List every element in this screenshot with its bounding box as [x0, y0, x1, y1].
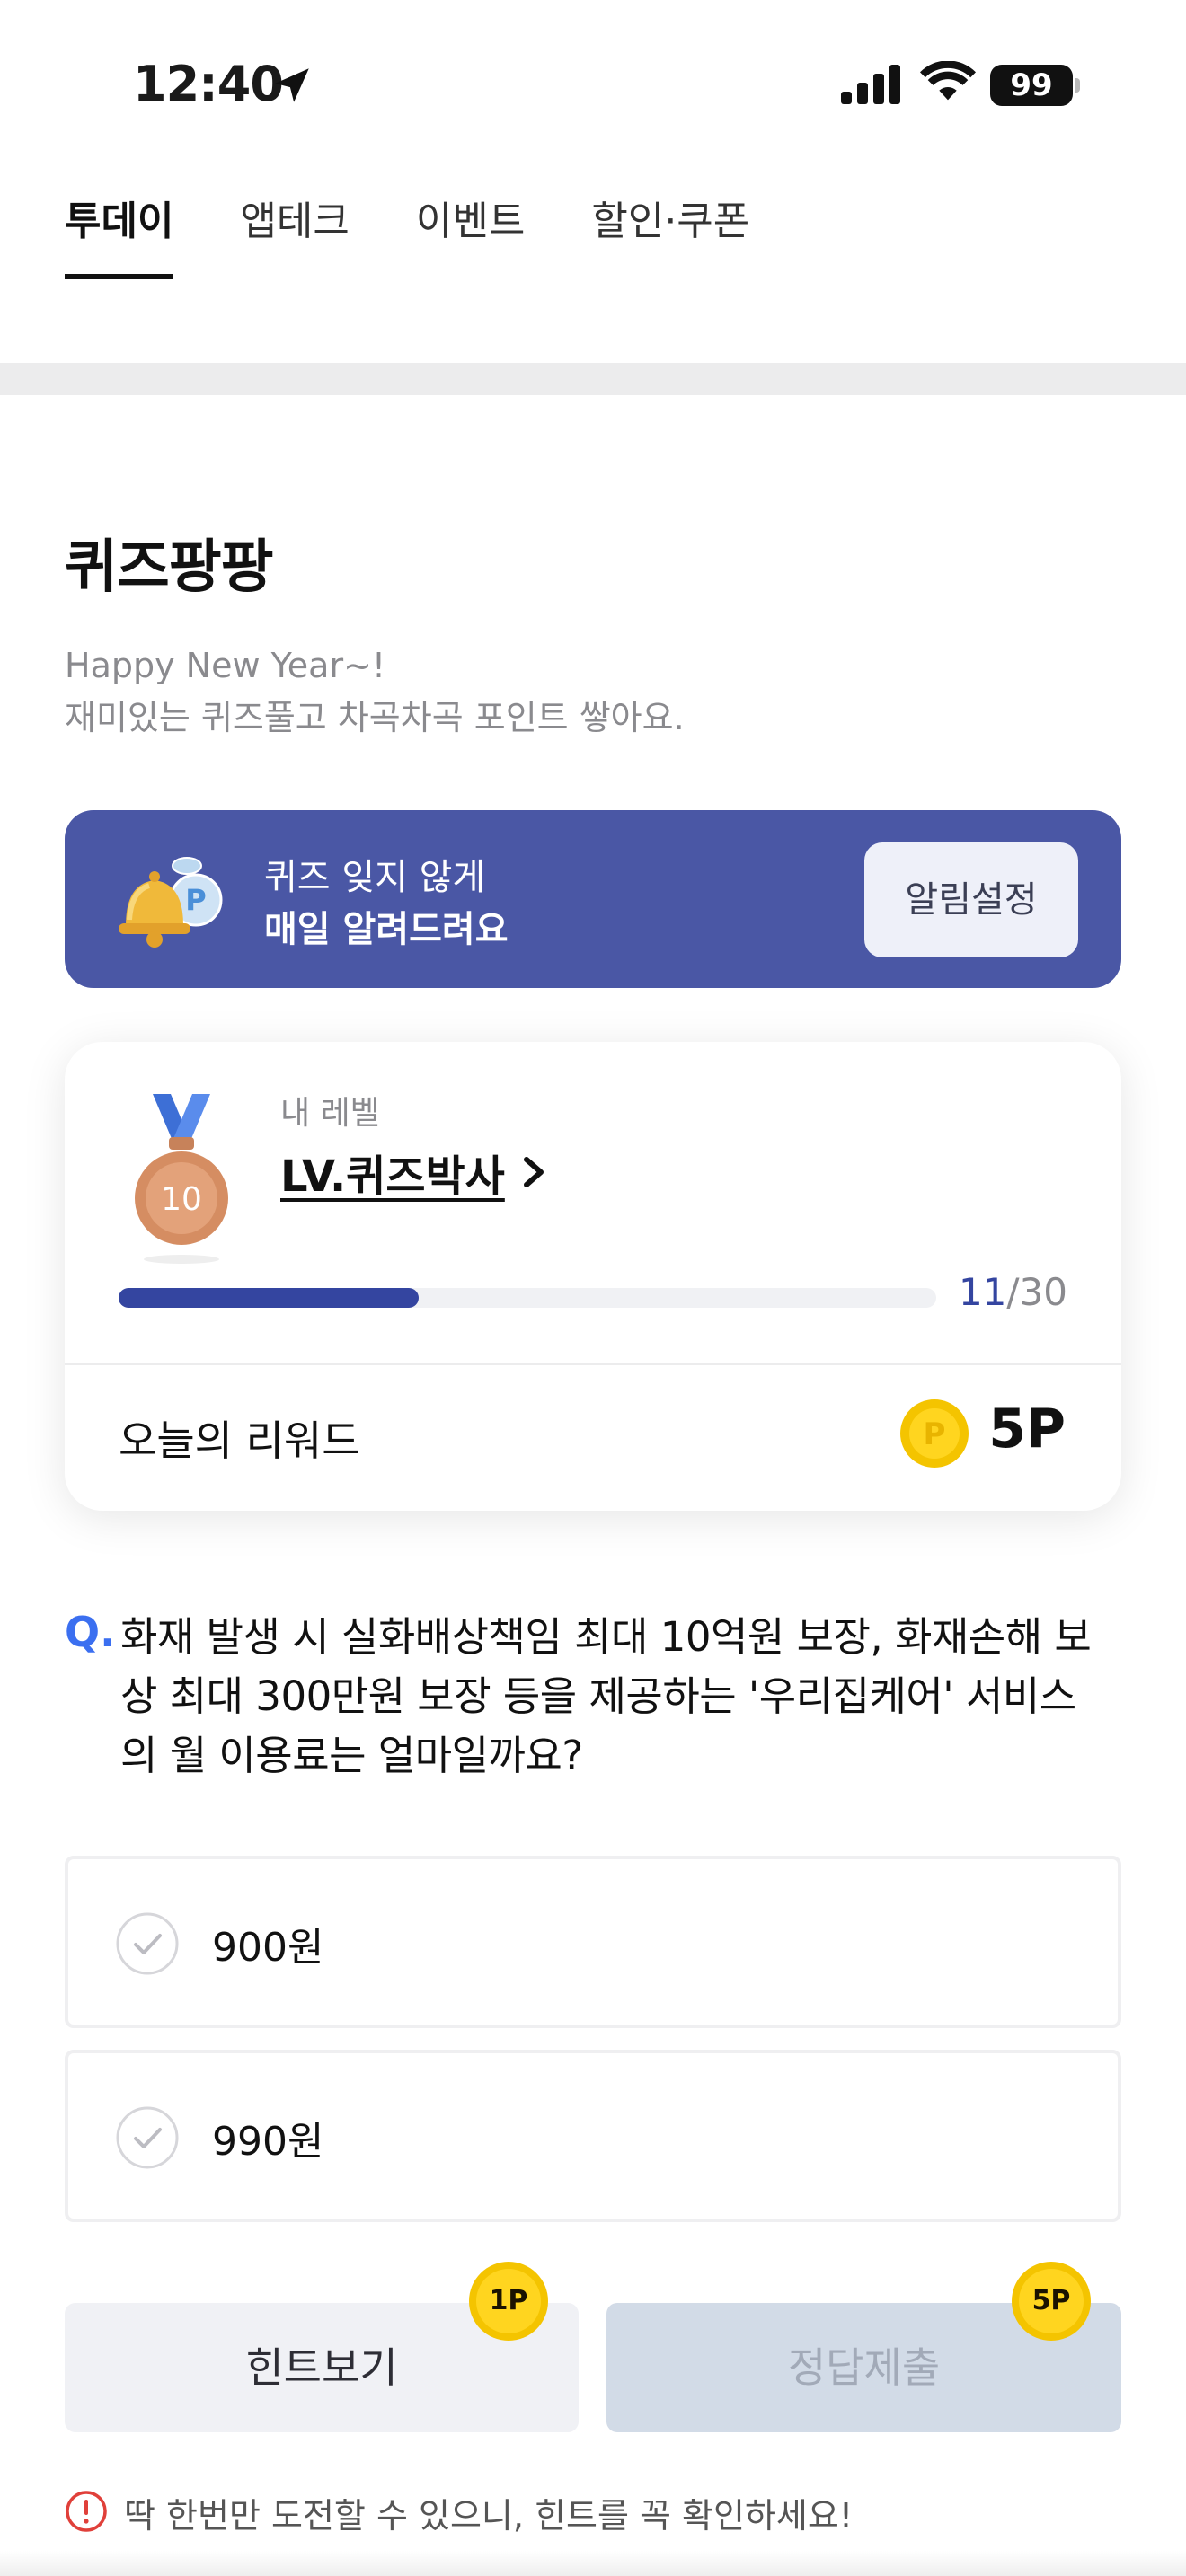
- progress-total: 30: [1019, 1270, 1067, 1314]
- wifi-icon: [920, 61, 976, 101]
- answer-option-label: 900원: [212, 1925, 324, 1971]
- chevron-right-icon: [523, 1157, 544, 1187]
- point-coin-icon: P: [900, 1399, 969, 1468]
- answer-option-2[interactable]: 990원: [65, 2050, 1121, 2222]
- notification-banner: P 퀴즈 잊지 않게 매일 알려드려요 알림설정: [65, 810, 1121, 988]
- tab-apptech[interactable]: 앱테크: [240, 193, 349, 283]
- banner-line-2: 매일 알려드려요: [264, 909, 509, 950]
- svg-text:P: P: [924, 1416, 946, 1452]
- level-name: LV.퀴즈박사: [280, 1151, 505, 1202]
- top-tabs: 투데이 앱테크 이벤트 할인·쿠폰: [65, 193, 816, 283]
- tab-today[interactable]: 투데이: [65, 193, 174, 283]
- status-time: 12:40: [133, 56, 284, 112]
- banner-line-1: 퀴즈 잊지 않게: [264, 857, 486, 898]
- page-title: 퀴즈팡팡: [65, 534, 274, 601]
- submit-reward: 5P: [1031, 2285, 1071, 2316]
- notification-settings-button[interactable]: 알림설정: [864, 842, 1078, 957]
- battery-tip: [1075, 78, 1080, 93]
- hint-cost-badge: 1P: [467, 2260, 550, 2342]
- level-card: 10 내 레벨 LV.퀴즈박사 11/30 오늘의 리워드 P 5P: [65, 1042, 1121, 1511]
- question-text: 화재 발생 시 실화배상책임 최대 10억원 보장, 화재손해 보상 최대 30…: [120, 1613, 1092, 1779]
- bronze-medal-icon: 10: [135, 1094, 228, 1264]
- cellular-signal-icon: [841, 65, 900, 104]
- card-divider: [65, 1363, 1121, 1365]
- level-detail-link[interactable]: LV.퀴즈박사: [280, 1141, 550, 1204]
- hint-cost: 1P: [489, 2285, 528, 2316]
- warning-text: 딱 한번만 도전할 수 있으니, 힌트를 꼭 확인하세요!: [124, 2496, 854, 2536]
- level-caption: 내 레벨: [280, 1095, 380, 1132]
- subtitle-line-2: 재미있는 퀴즈풀고 차곡차곡 포인트 쌓아요.: [65, 698, 685, 737]
- check-circle-icon: [116, 1912, 179, 1975]
- medal-number: 10: [161, 1181, 202, 1218]
- battery-indicator: 99: [990, 65, 1080, 106]
- reward-value: 5P: [988, 1398, 1066, 1460]
- page-subtitle: Happy New Year~! 재미있는 퀴즈풀고 차곡차곡 포인트 쌓아요.: [65, 640, 685, 744]
- question-marker: Q.: [65, 1608, 116, 1656]
- warning-icon: [66, 2491, 107, 2532]
- submit-reward-badge: 5P: [1010, 2260, 1093, 2342]
- section-divider: [0, 363, 1186, 395]
- check-circle-icon: [116, 2106, 179, 2169]
- answer-option-1[interactable]: 900원: [65, 1856, 1121, 2028]
- bottom-edge: [0, 2551, 1186, 2576]
- subtitle-line-1: Happy New Year~!: [65, 646, 386, 685]
- svg-text:P: P: [185, 883, 206, 917]
- answer-option-label: 990원: [212, 2119, 324, 2165]
- location-arrow-icon: [275, 68, 309, 102]
- battery-level: 99: [990, 65, 1073, 106]
- level-progress-fill: [119, 1288, 419, 1308]
- bell-coin-icon: P: [119, 857, 223, 948]
- status-bar: 12:40 99: [0, 0, 1186, 171]
- level-progress-bar: [119, 1288, 936, 1308]
- progress-current: 11: [958, 1270, 1007, 1314]
- reward-label: 오늘의 리워드: [119, 1416, 360, 1465]
- tab-discount-coupon[interactable]: 할인·쿠폰: [591, 193, 749, 283]
- tab-events[interactable]: 이벤트: [416, 193, 525, 283]
- progress-separator: /: [1006, 1270, 1020, 1314]
- level-progress-text: 11/30: [959, 1270, 1067, 1314]
